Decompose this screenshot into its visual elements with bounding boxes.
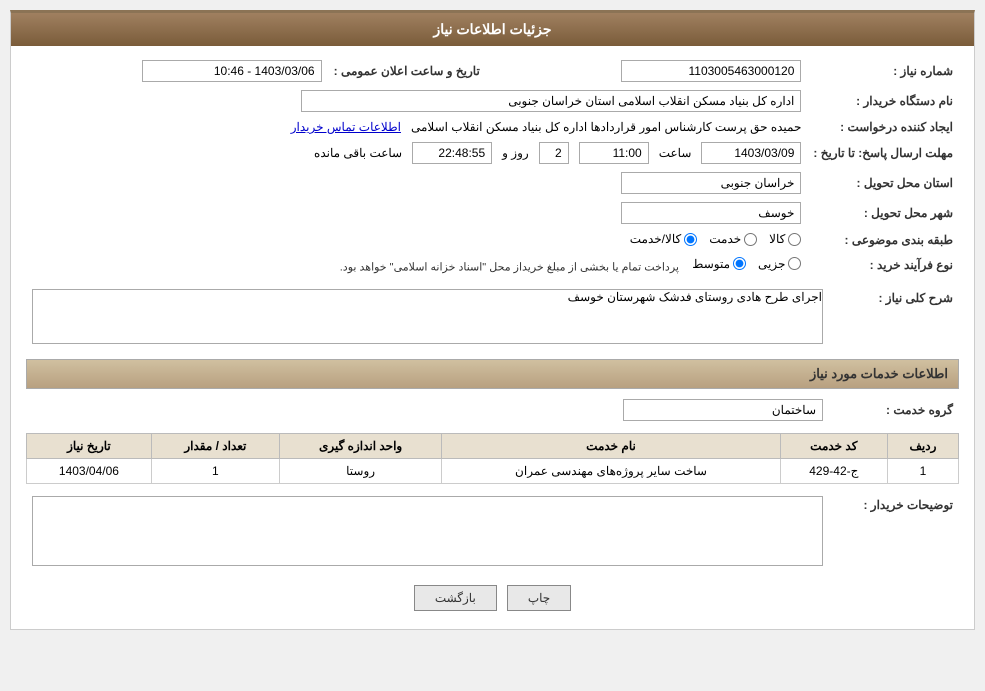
radio-kala-label: کالا [769,232,785,246]
tosifat-value [26,492,829,573]
print-button[interactable]: چاپ [507,585,571,611]
radio-motavasset: متوسط [692,257,746,271]
khadamat-section-header: اطلاعات خدمات مورد نیاز [26,359,959,389]
noFarayand-radio-group: جزیی متوسط [692,257,801,271]
tosifat-label: توضیحات خریدار : [829,492,959,573]
tarikhErsal-value: 1403/03/09 ساعت 11:00 2 روز و 22:48:55 س… [26,138,807,168]
groupeKhedmat-label: گروه خدمت : [829,395,959,425]
tarikhElan-label: تاریخ و ساعت اعلان عمومی : [328,56,486,86]
groupeKhedmat-table: گروه خدمت : ساختمان [26,395,959,425]
shahrTahvil-value: خوسف [26,198,807,228]
sharhKolli-value: // Set textarea value after DOM loads do… [26,285,829,351]
tarikhErsal-date: 1403/03/09 [701,142,801,164]
radio-kala-input[interactable] [788,233,801,246]
sharhKolli-textarea[interactable] [32,289,823,344]
saat-mande-label: ساعت باقی مانده [314,146,402,160]
radio-motavasset-label: متوسط [692,257,730,271]
radio-jozei: جزیی [758,257,801,271]
sharh-table: شرح کلی نیاز : // Set textarea value aft… [26,285,959,351]
eijadKonnande-text: حمیده حق پرست کارشناس امور قراردادها ادا… [411,120,801,134]
sharhKolli-label: شرح کلی نیاز : [829,285,959,351]
radio-kala: کالا [769,232,801,246]
cell-tarikhNiaz: 1403/04/06 [27,459,152,484]
radio-khedmat: خدمت [709,232,757,246]
cell-namKhedmat: ساخت سایر پروژه‌های مهندسی عمران [442,459,780,484]
th-kodKhedmat: کد خدمت [780,434,887,459]
cell-kodKhedmat: ج-42-429 [780,459,887,484]
tosifat-table: توضیحات خریدار : [26,492,959,573]
radio-khedmat-input[interactable] [744,233,757,246]
groupeKhedmat-field: ساختمان [623,399,823,421]
back-button[interactable]: بازگشت [414,585,497,611]
btn-row: چاپ بازگشت [26,585,959,611]
tabaqeh-label: طبقه بندی موضوعی : [807,228,959,253]
ostanTahvil-field: خراسان جنوبی [621,172,801,194]
tarikhElan-value: 1403/03/06 - 10:46 [26,56,328,86]
radio-jozei-input[interactable] [788,257,801,270]
radio-motavasset-input[interactable] [733,257,746,270]
saat-label: ساعت [659,146,692,160]
saat-mande-value: 22:48:55 [412,142,492,164]
tabaqeh-radio-group: کالا خدمت کالا/خدمت [630,232,802,246]
th-namKhedmat: نام خدمت [442,434,780,459]
table-row: 1ج-42-429ساخت سایر پروژه‌های مهندسی عمرا… [27,459,959,484]
eijadKonnande-label: ایجاد کننده درخواست : [807,116,959,138]
saat-value: 11:00 [579,142,649,164]
radio-kala-khedmat: کالا/خدمت [630,232,697,246]
roz-label: روز و [502,146,529,160]
shomareNiaz-label: شماره نیاز : [807,56,959,86]
tosifat-textarea[interactable] [32,496,823,566]
noFarayand-label: نوع فرآیند خرید : [807,253,959,278]
card-body: شماره نیاز : 1103005463000120 تاریخ و سا… [11,46,974,629]
th-tedad: تعداد / مقدار [151,434,279,459]
tabaqeh-radios: کالا خدمت کالا/خدمت [26,228,807,253]
main-card: جزئیات اطلاعات نیاز شماره نیاز : 1103005… [10,10,975,630]
namDastgah-value: اداره کل بنیاد مسکن انقلاب اسلامی استان … [26,86,807,116]
shahrTahvil-field: خوسف [621,202,801,224]
th-radif: ردیف [887,434,958,459]
radio-kala-khedmat-input[interactable] [684,233,697,246]
namDastgah-field: اداره کل بنیاد مسکن انقلاب اسلامی استان … [301,90,801,112]
eijadKonnande-value: حمیده حق پرست کارشناس امور قراردادها ادا… [26,116,807,138]
roz-value: 2 [539,142,569,164]
tarikhElan-field: 1403/03/06 - 10:46 [142,60,322,82]
cell-radif: 1 [887,459,958,484]
cell-vahedAndazegiri: روستا [279,459,441,484]
radio-kala-khedmat-label: کالا/خدمت [630,232,681,246]
top-info-table: شماره نیاز : 1103005463000120 تاریخ و سا… [26,56,959,277]
shahrTahvil-label: شهر محل تحویل : [807,198,959,228]
card-header: جزئیات اطلاعات نیاز [11,13,974,46]
eijadKonnande-link[interactable]: اطلاعات تماس خریدار [291,120,401,134]
th-tarikh: تاریخ نیاز [27,434,152,459]
cell-tedad_megdar: 1 [151,459,279,484]
noFarayand-note: پرداخت تمام یا بخشی از مبلغ خریداز محل "… [340,261,679,273]
ostanTahvil-label: استان محل تحویل : [807,168,959,198]
tarikhErsal-label: مهلت ارسال پاسخ: تا تاریخ : [807,138,959,168]
groupeKhedmat-value: ساختمان [26,395,829,425]
shomareNiaz-field: 1103005463000120 [621,60,801,82]
th-vahed: واحد اندازه گیری [279,434,441,459]
radio-khedmat-label: خدمت [709,232,741,246]
shomareNiaz-value: 1103005463000120 [506,56,808,86]
page-wrapper: جزئیات اطلاعات نیاز شماره نیاز : 1103005… [0,0,985,691]
namDastgah-label: نام دستگاه خریدار : [807,86,959,116]
radio-jozei-label: جزیی [758,257,785,271]
ostanTahvil-value: خراسان جنوبی [26,168,807,198]
page-title: جزئیات اطلاعات نیاز [433,21,551,37]
noFarayand-value: جزیی متوسط پرداخت تمام یا بخشی از مبلغ خ… [26,253,807,278]
services-table: ردیف کد خدمت نام خدمت واحد اندازه گیری ت… [26,433,959,484]
